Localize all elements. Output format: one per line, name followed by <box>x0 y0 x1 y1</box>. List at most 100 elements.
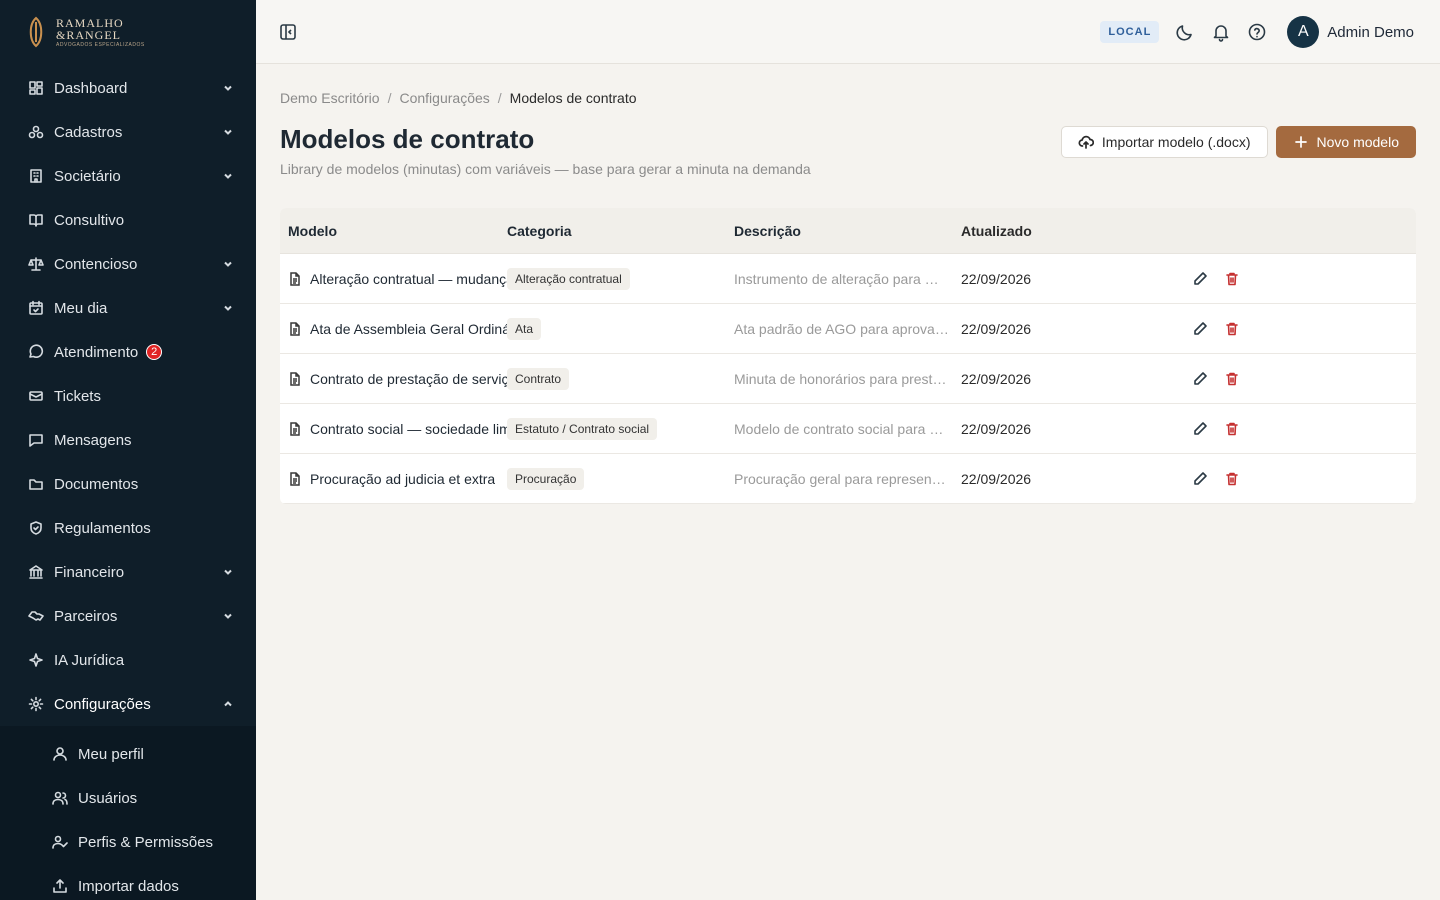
breadcrumb: Demo Escritório / Configurações / Modelo… <box>280 90 1416 106</box>
new-model-button[interactable]: Novo modelo <box>1275 126 1416 158</box>
sidebar-item-label: Consultivo <box>54 211 125 229</box>
table-row[interactable]: Procuração ad judicia et extra Procuraçã… <box>280 454 1416 504</box>
sidebar-item-cadastros[interactable]: Cadastros <box>0 110 256 154</box>
sidebar-item-regulamentos[interactable]: Regulamentos <box>0 506 256 550</box>
sidebar-item-label: Meu perfil <box>78 745 144 763</box>
sidebar-item-label: Documentos <box>54 475 139 493</box>
sidebar-item-label: Regulamentos <box>54 519 151 537</box>
model-name[interactable]: Alteração contratual — mudança de endere… <box>310 271 507 287</box>
handshake-icon <box>28 608 44 624</box>
model-description: Procuração geral para representação judi… <box>734 470 961 487</box>
bell-icon[interactable] <box>1211 22 1231 42</box>
sidebar-item-consultivo[interactable]: Consultivo <box>0 198 256 242</box>
table-row[interactable]: Ata de Assembleia Geral Ordinária Ata At… <box>280 304 1416 354</box>
chevron-down-icon <box>222 125 234 137</box>
models-table: Modelo Categoria Descrição Atualizado Al… <box>280 208 1416 504</box>
sidebar-item-label: Atendimento <box>54 343 139 361</box>
model-name[interactable]: Procuração ad judicia et extra <box>310 471 495 487</box>
file-text-icon <box>288 271 302 286</box>
sidebar-item-configuracoes[interactable]: Configurações <box>0 682 256 726</box>
updated-date: 22/09/2026 <box>961 270 1032 287</box>
sidebar-item-label: Configurações <box>54 695 151 713</box>
sidebar-item-financeiro[interactable]: Financeiro <box>0 550 256 594</box>
sidebar-item-label: Societário <box>54 167 121 185</box>
moon-icon[interactable] <box>1175 22 1195 42</box>
user-name[interactable]: Admin Demo <box>1327 24 1414 41</box>
model-name[interactable]: Contrato de prestação de serviços advoca… <box>310 371 507 387</box>
column-header-modelo[interactable]: Modelo <box>280 223 507 239</box>
sidebar-nav: Dashboard Cadastros Societário Consultiv… <box>0 66 256 900</box>
sidebar-toggle-icon[interactable] <box>279 23 297 41</box>
sidebar-item-label: Cadastros <box>54 123 123 141</box>
file-text-icon <box>288 321 302 336</box>
trash-icon[interactable] <box>1224 321 1240 337</box>
sidebar-item-mensagens[interactable]: Mensagens <box>0 418 256 462</box>
sidebar-item-meu-dia[interactable]: Meu dia <box>0 286 256 330</box>
chevron-down-icon <box>222 609 234 621</box>
sidebar-item-atendimento[interactable]: Atendimento 2 <box>0 330 256 374</box>
file-text-icon <box>288 371 302 386</box>
updated-date: 22/09/2026 <box>961 320 1032 337</box>
model-description: Ata padrão de AGO para aprovação de cont… <box>734 320 961 337</box>
folder-icon <box>28 476 44 492</box>
column-header-descricao[interactable]: Descrição <box>734 223 961 239</box>
sidebar-item-contencioso[interactable]: Contencioso <box>0 242 256 286</box>
upload-icon <box>52 878 68 894</box>
edit-icon[interactable] <box>1192 471 1208 487</box>
trash-icon[interactable] <box>1224 421 1240 437</box>
logo-mark-icon <box>29 16 43 48</box>
updated-date: 22/09/2026 <box>961 470 1032 487</box>
sidebar-item-societario[interactable]: Societário <box>0 154 256 198</box>
table-row[interactable]: Alteração contratual — mudança de endere… <box>280 254 1416 304</box>
column-header-categoria[interactable]: Categoria <box>507 223 734 239</box>
edit-icon[interactable] <box>1192 321 1208 337</box>
import-model-button[interactable]: Importar modelo (.docx) <box>1060 126 1268 158</box>
sidebar-item-documentos[interactable]: Documentos <box>0 462 256 506</box>
trash-icon[interactable] <box>1224 371 1240 387</box>
book-icon <box>28 212 44 228</box>
sidebar-subitem-usuarios[interactable]: Usuários <box>0 776 256 820</box>
import-model-label: Importar modelo (.docx) <box>1101 134 1251 150</box>
breadcrumb-item[interactable]: Configurações <box>399 90 489 106</box>
calendar-icon <box>28 300 44 316</box>
chevron-down-icon <box>222 81 234 93</box>
help-icon[interactable] <box>1247 22 1267 42</box>
brand-logo[interactable]: RAMALHO &RANGEL ADVOGADOS ESPECIALIZADOS <box>0 0 256 64</box>
updated-date: 22/09/2026 <box>961 370 1032 387</box>
table-row[interactable]: Contrato social — sociedade limitada Est… <box>280 404 1416 454</box>
cadastros-icon <box>28 124 44 140</box>
cloud-upload-icon <box>1078 135 1094 149</box>
category-pill: Procuração <box>507 467 585 490</box>
sidebar-subitem-importar-dados[interactable]: Importar dados <box>0 864 256 900</box>
breadcrumb-separator: / <box>387 90 392 106</box>
environment-badge: LOCAL <box>1100 21 1160 43</box>
sidebar-item-dashboard[interactable]: Dashboard <box>0 66 256 110</box>
category-pill: Estatuto / Contrato social <box>507 417 658 440</box>
sidebar-item-parceiros[interactable]: Parceiros <box>0 594 256 638</box>
sidebar-item-label: Perfis & Permissões <box>78 833 214 851</box>
edit-icon[interactable] <box>1192 421 1208 437</box>
edit-icon[interactable] <box>1192 371 1208 387</box>
gear-icon <box>28 696 44 712</box>
model-name[interactable]: Ata de Assembleia Geral Ordinária <box>310 321 507 337</box>
avatar[interactable]: A <box>1287 16 1320 48</box>
sidebar-item-ia-juridica[interactable]: IA Jurídica <box>0 638 256 682</box>
table-row[interactable]: Contrato de prestação de serviços advoca… <box>280 354 1416 404</box>
brand-name-line2: &RANGEL <box>56 27 121 42</box>
sidebar-item-tickets[interactable]: Tickets <box>0 374 256 418</box>
column-header-atualizado[interactable]: Atualizado <box>961 223 1188 239</box>
user-icon <box>52 746 68 762</box>
sidebar-item-label: Parceiros <box>54 607 118 625</box>
table-header: Modelo Categoria Descrição Atualizado <box>280 208 1416 254</box>
sidebar-subitem-perfis-permissoes[interactable]: Perfis & Permissões <box>0 820 256 864</box>
edit-icon[interactable] <box>1192 271 1208 287</box>
model-description: Modelo de contrato social para sociedade… <box>734 420 961 437</box>
trash-icon[interactable] <box>1224 271 1240 287</box>
sidebar-subitem-meu-perfil[interactable]: Meu perfil <box>0 732 256 776</box>
model-name[interactable]: Contrato social — sociedade limitada <box>310 421 507 437</box>
sidebar-item-label: Mensagens <box>54 431 132 449</box>
trash-icon[interactable] <box>1224 471 1240 487</box>
sidebar-item-label: Meu dia <box>54 299 108 317</box>
sparkle-icon <box>28 652 44 668</box>
breadcrumb-item[interactable]: Demo Escritório <box>280 90 380 106</box>
